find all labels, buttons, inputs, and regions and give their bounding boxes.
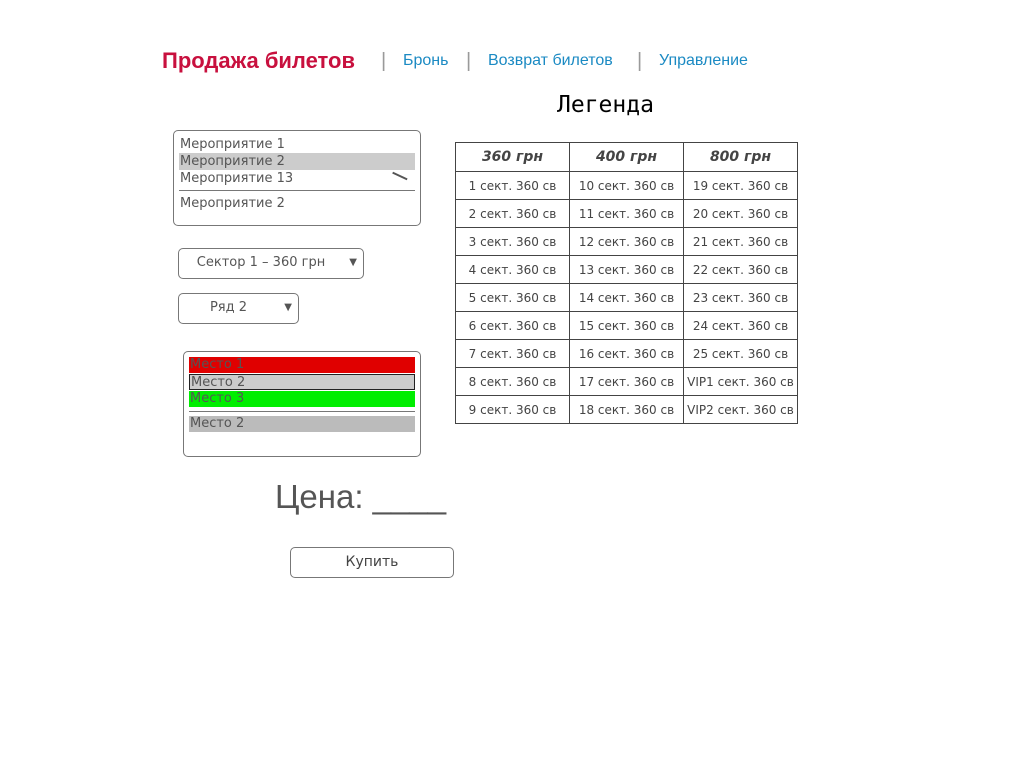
list-divider — [189, 411, 415, 412]
row-dropdown-value: Ряд 2 — [209, 300, 248, 315]
legend-cell: 17 сект. 360 св — [569, 367, 684, 396]
sector-dropdown-value: Сектор 1 – 360 грн — [196, 255, 326, 270]
legend-cell: 1 сект. 360 св — [455, 171, 570, 200]
brand-title: Продажа билетов — [162, 48, 356, 73]
seat-current-value: Место 2 — [189, 416, 415, 432]
legend-cell: 15 сект. 360 св — [569, 311, 684, 340]
legend-cell: 12 сект. 360 св — [569, 227, 684, 256]
legend-cell: 3 сект. 360 св — [455, 227, 570, 256]
seat-list[interactable]: Место 1 Место 2 Место 3 Место 2 — [183, 351, 421, 457]
buy-button[interactable]: Купить — [290, 547, 454, 578]
nav-separator: | — [381, 50, 387, 72]
event-item[interactable]: Мероприятие 13 — [179, 170, 415, 187]
legend-table: 360 грн 400 грн 800 грн 1 сект. 360 св 1… — [455, 142, 798, 424]
legend-cell: 19 сект. 360 св — [683, 171, 798, 200]
legend-header-row: 360 грн 400 грн 800 грн — [455, 142, 798, 172]
legend-title: Легенда — [557, 92, 654, 118]
legend-row: 6 сект. 360 св 15 сект. 360 св 24 сект. … — [455, 311, 798, 340]
legend-cell: 11 сект. 360 св — [569, 199, 684, 228]
legend-cell: 22 сект. 360 св — [683, 255, 798, 284]
seat-item-free[interactable]: Место 3 — [189, 391, 415, 407]
legend-cell: 2 сект. 360 св — [455, 199, 570, 228]
seat-item-selected[interactable]: Место 2 — [189, 374, 415, 390]
list-divider — [179, 190, 415, 191]
legend-cell: 21 сект. 360 св — [683, 227, 798, 256]
legend-cell: 23 сект. 360 св — [683, 283, 798, 312]
nav-link-return-tickets[interactable]: Возврат билетов — [488, 52, 613, 70]
legend-cell: VIP1 сект. 360 св — [683, 367, 798, 396]
legend-header-cell: 400 грн — [569, 142, 684, 172]
legend-row: 8 сект. 360 св 17 сект. 360 св VIP1 сект… — [455, 367, 798, 396]
chevron-down-icon: ▼ — [349, 257, 357, 268]
nav-separator: | — [637, 50, 643, 72]
seat-item-taken[interactable]: Место 1 — [189, 357, 415, 373]
legend-header-cell: 360 грн — [455, 142, 570, 172]
legend-cell: 6 сект. 360 св — [455, 311, 570, 340]
legend-cell: 7 сект. 360 св — [455, 339, 570, 368]
legend-cell: 9 сект. 360 св — [455, 395, 570, 424]
legend-cell: 20 сект. 360 св — [683, 199, 798, 228]
legend-row: 9 сект. 360 св 18 сект. 360 св VIP2 сект… — [455, 395, 798, 424]
legend-cell: 25 сект. 360 св — [683, 339, 798, 368]
chevron-down-icon: ▼ — [284, 302, 292, 313]
legend-cell: 10 сект. 360 св — [569, 171, 684, 200]
legend-header-cell: 800 грн — [683, 142, 798, 172]
row-dropdown[interactable]: Ряд 2 ▼ — [178, 293, 299, 324]
legend-row: 5 сект. 360 св 14 сект. 360 св 23 сект. … — [455, 283, 798, 312]
legend-row: 4 сект. 360 св 13 сект. 360 св 22 сект. … — [455, 255, 798, 284]
legend-cell: 24 сект. 360 св — [683, 311, 798, 340]
sector-dropdown[interactable]: Сектор 1 – 360 грн ▼ — [178, 248, 364, 279]
price-label: Цена: ____ — [275, 478, 447, 515]
legend-cell: 4 сект. 360 св — [455, 255, 570, 284]
event-current-value: Мероприятие 2 — [180, 196, 285, 211]
legend-row: 3 сект. 360 св 12 сект. 360 св 21 сект. … — [455, 227, 798, 256]
legend-row: 2 сект. 360 св 11 сект. 360 св 20 сект. … — [455, 199, 798, 228]
event-item-selected[interactable]: Мероприятие 2 — [179, 153, 415, 170]
event-item[interactable]: Мероприятие 1 — [179, 136, 415, 153]
legend-cell: 16 сект. 360 св — [569, 339, 684, 368]
event-list[interactable]: Мероприятие 1 Мероприятие 2 Мероприятие … — [173, 130, 421, 226]
legend-cell: VIP2 сект. 360 св — [683, 395, 798, 424]
legend-cell: 5 сект. 360 св — [455, 283, 570, 312]
legend-row: 7 сект. 360 св 16 сект. 360 св 25 сект. … — [455, 339, 798, 368]
legend-cell: 8 сект. 360 св — [455, 367, 570, 396]
legend-row: 1 сект. 360 св 10 сект. 360 св 19 сект. … — [455, 171, 798, 200]
legend-cell: 14 сект. 360 св — [569, 283, 684, 312]
nav-separator: | — [466, 50, 472, 72]
nav-link-bron[interactable]: Бронь — [403, 52, 448, 70]
legend-cell: 18 сект. 360 св — [569, 395, 684, 424]
legend-cell: 13 сект. 360 св — [569, 255, 684, 284]
nav-link-management[interactable]: Управление — [659, 52, 748, 70]
